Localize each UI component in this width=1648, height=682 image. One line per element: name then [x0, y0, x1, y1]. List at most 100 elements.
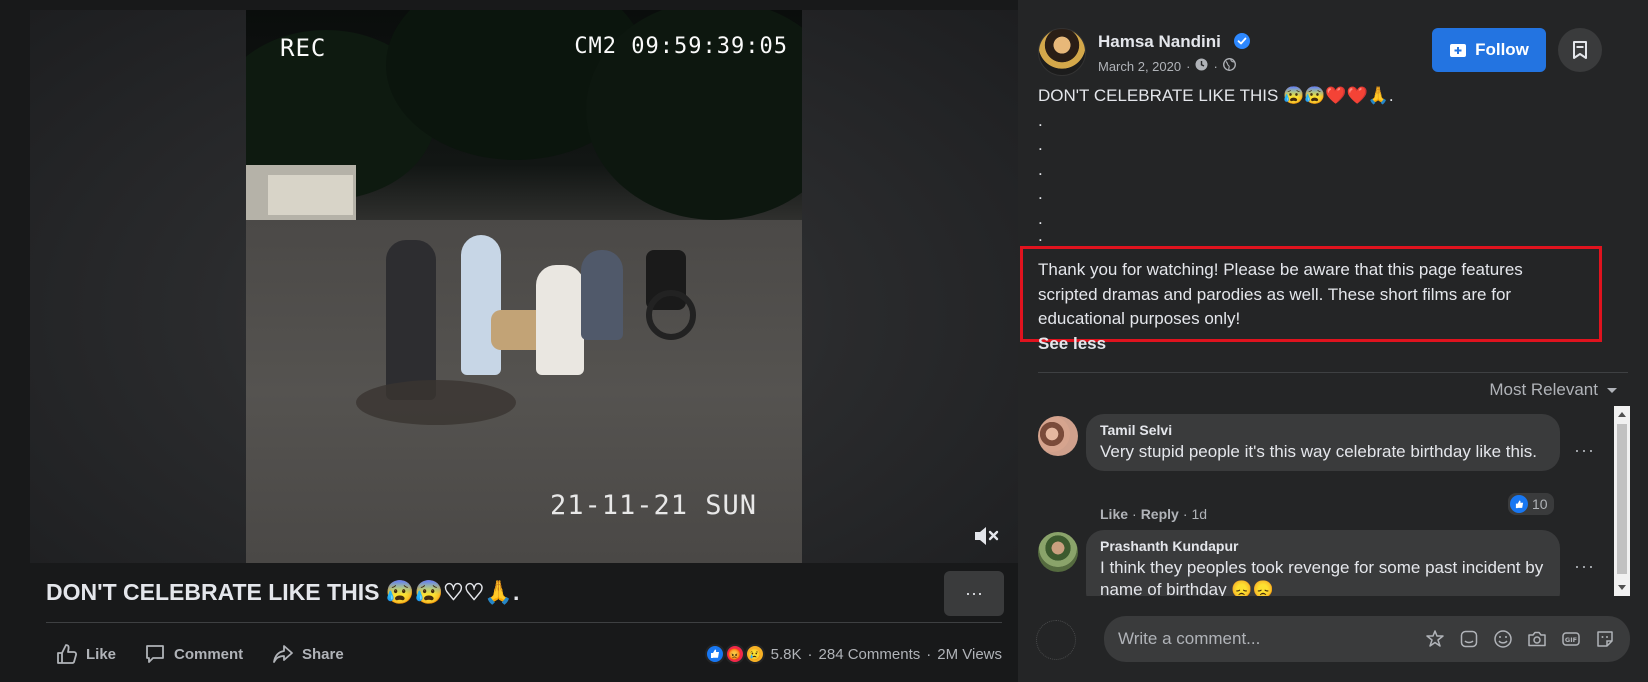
comment-author[interactable]: Tamil Selvi — [1100, 422, 1546, 438]
avatar-sticker-icon[interactable] — [1424, 628, 1446, 650]
comment-like-button[interactable]: Like — [1100, 506, 1128, 522]
comment-count[interactable]: 284 Comments — [819, 646, 921, 663]
composer-tools: GIF — [1424, 628, 1616, 650]
comment-more-button[interactable]: ··· — [1574, 440, 1595, 461]
comment-bubble: Prashanth Kundapur I think they peoples … — [1086, 530, 1560, 596]
commenter-avatar[interactable] — [1038, 416, 1078, 456]
comment-button[interactable]: Comment — [144, 636, 243, 672]
comments-list: Tamil Selvi Very stupid people it's this… — [1018, 406, 1618, 596]
comments-scrollbar[interactable] — [1614, 406, 1630, 596]
video-panel: REC CM2 09:59:39:05 21-11-21 SUN DON'T C… — [0, 0, 1018, 682]
scroll-down-arrow-icon[interactable] — [1618, 585, 1626, 590]
camera-timestamp: CM2 09:59:39:05 — [574, 34, 788, 59]
bookmark-icon — [1573, 41, 1587, 59]
divider — [46, 622, 1002, 623]
author-name[interactable]: Hamsa Nandini — [1098, 32, 1221, 52]
like-reaction-icon[interactable] — [704, 644, 725, 664]
post-info-panel: Hamsa Nandini March 2, 2020 · · Follow D… — [1018, 0, 1648, 682]
post-date[interactable]: March 2, 2020 — [1098, 59, 1181, 74]
person — [461, 235, 501, 375]
camera-date: 21-11-21 SUN — [550, 490, 758, 521]
person — [386, 240, 436, 400]
more-options-button[interactable]: ··· — [944, 571, 1004, 616]
scroll-up-arrow-icon[interactable] — [1618, 412, 1626, 417]
caption-line: . — [1038, 135, 1043, 154]
see-less-link[interactable]: See less — [1038, 334, 1106, 354]
meta-separator: · — [1186, 58, 1191, 74]
caption-line: . — [1038, 159, 1043, 179]
rec-label: REC — [280, 34, 327, 62]
speaker-muted-icon[interactable] — [970, 521, 1000, 551]
comment-sort-dropdown[interactable]: Most Relevant — [1489, 380, 1618, 400]
comment-more-button[interactable]: ··· — [1574, 556, 1595, 577]
like-label: Like — [86, 645, 117, 663]
follow-label: Follow — [1475, 40, 1529, 59]
scroll-thumb[interactable] — [1617, 424, 1627, 574]
post-title-bar: DON'T CELEBRATE LIKE THIS 😰😰♡♡🙏. ··· — [30, 563, 1018, 623]
comment-composer: GIF — [1036, 616, 1630, 662]
comment-reaction-badge[interactable]: 10 — [1506, 491, 1556, 517]
comment-author[interactable]: Prashanth Kundapur — [1100, 538, 1546, 554]
commenter-avatar[interactable] — [1038, 532, 1078, 572]
add-page-icon — [1450, 44, 1467, 57]
post-caption: DON'T CELEBRATE LIKE THIS 😰😰❤️❤️🙏. . . .… — [1038, 84, 1578, 245]
stats-separator: · — [926, 645, 932, 663]
comment-text: I think they peoples took revenge for so… — [1100, 558, 1544, 596]
meta-separator: · — [1213, 58, 1218, 74]
follow-button[interactable]: Follow — [1432, 28, 1546, 72]
caption-line: DON'T CELEBRATE LIKE THIS 😰😰❤️❤️🙏. — [1038, 86, 1394, 105]
stats-separator: · — [807, 645, 813, 663]
globe-icon[interactable] — [1222, 58, 1236, 74]
view-count: 2M Views — [937, 645, 1002, 663]
post-meta: March 2, 2020 · · — [1098, 58, 1236, 74]
share-icon — [273, 645, 293, 663]
person — [536, 265, 584, 375]
video-frame[interactable]: REC CM2 09:59:39:05 21-11-21 SUN — [246, 10, 802, 563]
caption-line: . — [1038, 208, 1043, 228]
video-player[interactable]: REC CM2 09:59:39:05 21-11-21 SUN — [30, 10, 1018, 563]
comment-actions: Like · Reply · 1d — [1100, 506, 1207, 522]
divider — [1038, 372, 1628, 373]
thumbs-up-icon — [57, 644, 78, 664]
sad-reaction-icon[interactable]: 😢 — [744, 644, 765, 664]
post-stats: 😡 😢 5.8K · 284 Comments · 2M Views — [704, 644, 1002, 664]
more-icon: ··· — [965, 583, 983, 603]
save-bookmark-button[interactable] — [1558, 28, 1602, 72]
clock-icon — [1195, 58, 1208, 74]
angry-reaction-icon[interactable]: 😡 — [724, 644, 745, 664]
person — [581, 250, 623, 340]
comment-timestamp[interactable]: 1d — [1191, 506, 1207, 522]
comment-reply-button[interactable]: Reply — [1141, 506, 1179, 522]
shadow — [356, 380, 516, 425]
svg-text:GIF: GIF — [1565, 636, 1577, 644]
motorbike-wheel — [646, 290, 696, 340]
comment-label: Comment — [174, 645, 244, 663]
sticker-face-icon[interactable] — [1594, 628, 1616, 650]
caption-line: . — [1038, 110, 1043, 130]
disclaimer-text: Thank you for watching! Please be aware … — [1038, 260, 1523, 328]
camera-icon[interactable] — [1526, 628, 1548, 650]
share-button[interactable]: Share — [272, 636, 344, 672]
author-avatar[interactable] — [1038, 28, 1086, 76]
post-title: DON'T CELEBRATE LIKE THIS 😰😰♡♡🙏. — [46, 579, 520, 605]
like-button[interactable]: Like — [56, 636, 116, 672]
sort-label: Most Relevant — [1489, 380, 1598, 399]
post-actions-bar: Like Comment Share 😡 😢 5.8K · 284 Commen… — [46, 636, 1002, 672]
reaction-count[interactable]: 5.8K — [771, 646, 802, 663]
like-reaction-icon — [1510, 495, 1528, 513]
gif-icon[interactable]: GIF — [1560, 628, 1582, 650]
caret-down-icon — [1606, 380, 1618, 400]
comment-reaction-count: 10 — [1532, 496, 1548, 512]
share-label: Share — [302, 645, 344, 663]
verified-badge-icon — [1234, 33, 1250, 49]
caption-line: . — [1038, 184, 1043, 203]
emoji-icon[interactable] — [1492, 628, 1514, 650]
action-separator: · — [1182, 506, 1188, 522]
comment-bubble: Tamil Selvi Very stupid people it's this… — [1086, 414, 1560, 471]
wall — [268, 175, 353, 215]
sticker-icon[interactable] — [1458, 628, 1480, 650]
caption-line: . — [1038, 226, 1043, 245]
comment-icon — [146, 645, 164, 663]
comment-text: Very stupid people it's this way celebra… — [1100, 442, 1537, 461]
current-user-avatar[interactable] — [1036, 620, 1076, 660]
